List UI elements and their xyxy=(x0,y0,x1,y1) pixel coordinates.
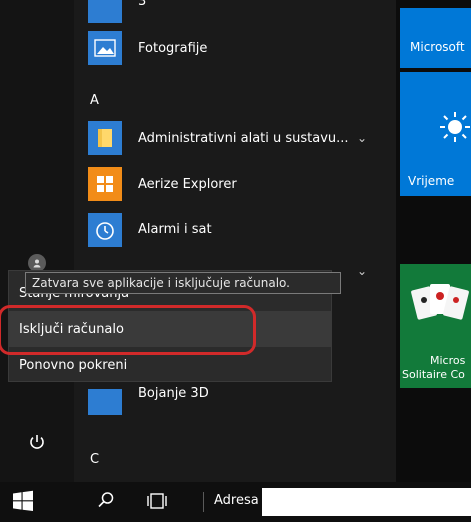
list-item-bojanje-3d[interactable] xyxy=(88,382,122,422)
power-icon[interactable] xyxy=(25,430,49,454)
list-item-label: Bojanje 3D xyxy=(138,386,209,401)
tile-solitaire[interactable]: Micros Solitaire Co xyxy=(400,264,471,388)
tile-weather[interactable]: Vrijeme xyxy=(400,72,471,196)
start-rail xyxy=(0,0,74,482)
search-icon[interactable] xyxy=(94,488,118,512)
list-item-partial[interactable] xyxy=(88,0,122,30)
address-label: Adresa xyxy=(214,493,259,508)
shutdown-tooltip: Zatvara sve aplikacije i isključuje raču… xyxy=(25,272,341,294)
tile-label: Micros xyxy=(430,354,466,367)
windows-start-icon[interactable] xyxy=(12,490,34,512)
section-letter-a[interactable]: A xyxy=(90,93,99,108)
alarm-clock-icon xyxy=(88,213,122,247)
tile-label: Microsoft xyxy=(410,40,465,54)
list-item-label: Fotografije xyxy=(138,41,208,56)
list-item-label: Alarmi i sat xyxy=(138,222,212,237)
tile-microsoft[interactable]: Microsoft xyxy=(400,8,471,68)
taskbar-separator xyxy=(203,492,204,512)
power-menu-restart[interactable]: Ponovno pokreni xyxy=(9,347,331,383)
address-input[interactable] xyxy=(262,488,471,516)
power-menu-shutdown[interactable]: Isključi računalo xyxy=(9,311,331,347)
tile-label: Solitaire Co xyxy=(402,368,465,381)
power-menu-label: Isključi računalo xyxy=(19,321,124,337)
photos-icon xyxy=(88,31,122,65)
task-view-icon[interactable] xyxy=(146,492,168,510)
power-menu-label: Ponovno pokreni xyxy=(19,357,128,373)
chevron-down-icon[interactable]: ⌄ xyxy=(357,264,367,278)
chevron-down-icon[interactable]: ⌄ xyxy=(357,131,367,145)
list-item-alarmi-i-sat[interactable] xyxy=(88,210,122,250)
list-item-administrativni-alati[interactable] xyxy=(88,118,122,158)
list-item-fotografije[interactable] xyxy=(88,28,122,68)
app-list xyxy=(74,0,396,482)
app-tile xyxy=(88,0,122,23)
tile-label: Vrijeme xyxy=(408,174,455,188)
list-item-label: Administrativni alati u sustavu... xyxy=(138,131,349,146)
list-item-aerize-explorer[interactable] xyxy=(88,164,122,204)
sun-icon xyxy=(438,110,471,148)
section-letter-c[interactable]: C xyxy=(90,452,99,467)
aerize-icon xyxy=(88,167,122,201)
cards-icon xyxy=(410,278,470,338)
folder-icon xyxy=(88,121,122,155)
paint3d-icon xyxy=(88,389,122,415)
list-item-label: 3 xyxy=(138,0,147,9)
list-item-label: Aerize Explorer xyxy=(138,177,237,192)
